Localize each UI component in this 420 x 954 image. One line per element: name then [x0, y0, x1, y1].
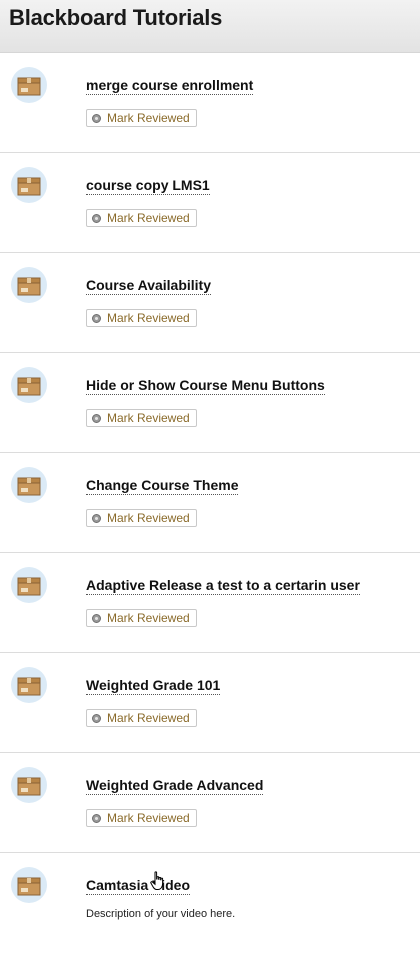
list-item: Adaptive Release a test to a certarin us… — [0, 553, 420, 653]
radio-icon — [92, 113, 101, 123]
mark-reviewed-button[interactable]: Mark Reviewed — [86, 409, 197, 427]
list-item: Change Course Theme Mark Reviewed — [0, 453, 420, 553]
mark-reviewed-button[interactable]: Mark Reviewed — [86, 609, 197, 627]
page-title: Blackboard Tutorials — [9, 5, 223, 30]
package-icon — [11, 767, 47, 803]
list-item: Weighted Grade 101 Mark Reviewed — [0, 653, 420, 753]
radio-icon — [92, 513, 101, 523]
mark-reviewed-label: Mark Reviewed — [107, 811, 190, 825]
mark-reviewed-button[interactable]: Mark Reviewed — [86, 109, 197, 127]
radio-icon — [92, 213, 101, 223]
mark-reviewed-button[interactable]: Mark Reviewed — [86, 709, 197, 727]
list-item: Weighted Grade Advanced Mark Reviewed — [0, 753, 420, 853]
item-title-link[interactable]: Hide or Show Course Menu Buttons — [86, 377, 325, 395]
item-title-link[interactable]: Camtasia Video — [86, 877, 191, 895]
mark-reviewed-button[interactable]: Mark Reviewed — [86, 509, 197, 527]
mark-reviewed-label: Mark Reviewed — [107, 311, 190, 325]
mark-reviewed-button[interactable]: Mark Reviewed — [86, 309, 197, 327]
mark-reviewed-label: Mark Reviewed — [107, 511, 190, 525]
item-title-link[interactable]: Weighted Grade 101 — [86, 677, 221, 695]
item-title-link[interactable]: course copy LMS1 — [86, 177, 210, 195]
radio-icon — [92, 813, 101, 823]
mark-reviewed-label: Mark Reviewed — [107, 411, 190, 425]
mark-reviewed-button[interactable]: Mark Reviewed — [86, 209, 197, 227]
hand-cursor-icon — [150, 871, 166, 896]
package-icon — [11, 467, 47, 503]
list-item: Course Availability Mark Reviewed — [0, 253, 420, 353]
radio-icon — [92, 613, 101, 623]
radio-icon — [92, 413, 101, 423]
mark-reviewed-label: Mark Reviewed — [107, 711, 190, 725]
mark-reviewed-button[interactable]: Mark Reviewed — [86, 809, 197, 827]
list-item: merge course enrollment Mark Reviewed — [0, 53, 420, 153]
package-icon — [11, 367, 47, 403]
list-item: Hide or Show Course Menu Buttons Mark Re… — [0, 353, 420, 453]
package-icon — [11, 867, 47, 903]
item-title-link[interactable]: Adaptive Release a test to a certarin us… — [86, 577, 360, 595]
list-item: course copy LMS1 Mark Reviewed — [0, 153, 420, 253]
radio-icon — [92, 313, 101, 323]
item-title-link[interactable]: Change Course Theme — [86, 477, 239, 495]
item-title-link[interactable]: merge course enrollment — [86, 77, 254, 95]
mark-reviewed-label: Mark Reviewed — [107, 111, 190, 125]
package-icon — [11, 267, 47, 303]
content-list: merge course enrollment Mark Reviewed co… — [0, 53, 420, 953]
package-icon — [11, 667, 47, 703]
item-title-link[interactable]: Weighted Grade Advanced — [86, 777, 264, 795]
page-header: Blackboard Tutorials — [0, 0, 420, 53]
list-item: Camtasia Video Description of your video… — [0, 853, 420, 953]
mark-reviewed-label: Mark Reviewed — [107, 611, 190, 625]
item-description: Description of your video here. — [86, 908, 236, 920]
package-icon — [11, 167, 47, 203]
package-icon — [11, 67, 47, 103]
radio-icon — [92, 713, 101, 723]
item-title-link[interactable]: Course Availability — [86, 277, 212, 295]
package-icon — [11, 567, 47, 603]
mark-reviewed-label: Mark Reviewed — [107, 211, 190, 225]
